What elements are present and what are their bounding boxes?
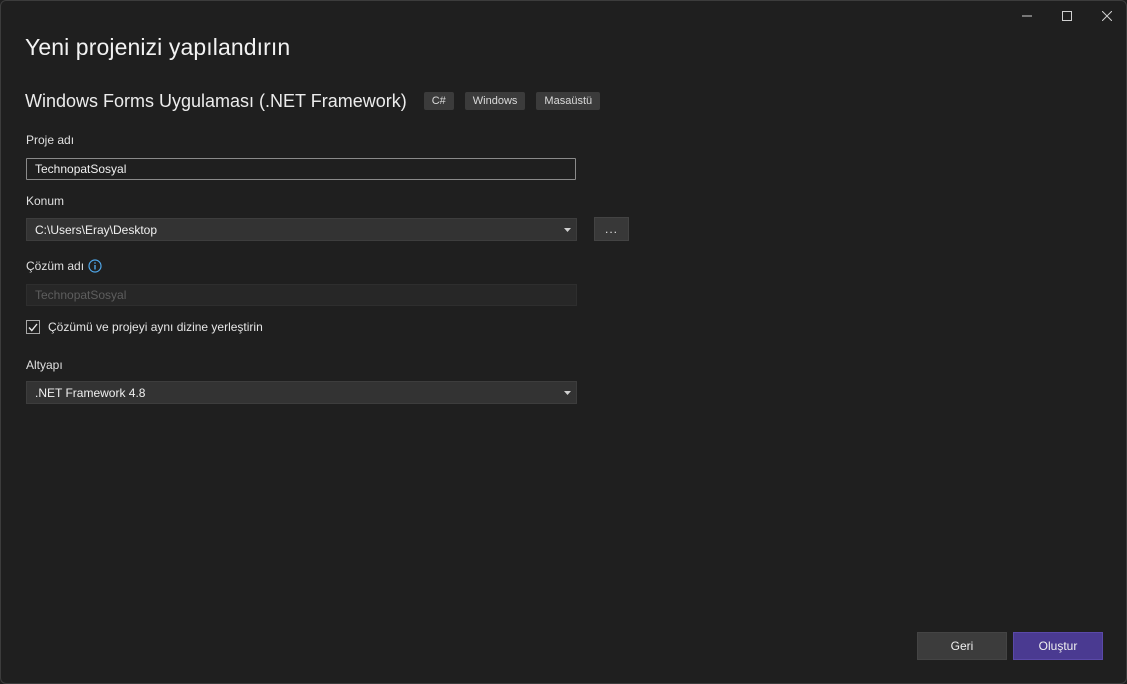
solution-name-label: Çözüm adı: [26, 259, 85, 273]
same-directory-label: Çözümü ve projeyi aynı dizine yerleştiri…: [48, 320, 263, 334]
info-icon[interactable]: [88, 259, 102, 273]
tag-language: C#: [423, 92, 454, 110]
framework-combobox[interactable]: .NET Framework 4.8: [26, 381, 577, 404]
project-name-input[interactable]: [26, 158, 576, 180]
page-title: Yeni projenizi yapılandırın: [25, 34, 291, 60]
project-name-label: Proje adı: [26, 133, 75, 147]
tag-project-type: Masaüstü: [536, 92, 601, 110]
framework-value: .NET Framework 4.8: [35, 385, 146, 400]
chevron-down-icon[interactable]: [560, 219, 574, 240]
location-value: C:\Users\Eray\Desktop: [35, 222, 158, 237]
location-label: Konum: [26, 194, 65, 208]
same-directory-option[interactable]: Çözümü ve projeyi aynı dizine yerleştiri…: [26, 319, 263, 335]
back-button[interactable]: Geri: [917, 632, 1007, 660]
check-icon: [28, 323, 38, 332]
maximize-button[interactable]: [1045, 1, 1089, 31]
same-directory-checkbox[interactable]: [26, 320, 40, 334]
minimize-icon: [1022, 15, 1032, 17]
framework-label: Altyapı: [26, 358, 63, 372]
close-icon: [1102, 11, 1112, 21]
browse-button[interactable]: ...: [594, 217, 629, 241]
maximize-icon: [1062, 11, 1072, 21]
template-info: Windows Forms Uygulaması (.NET Framework…: [25, 89, 611, 113]
minimize-button[interactable]: [1005, 1, 1049, 31]
tag-platform: Windows: [464, 92, 526, 110]
chevron-down-icon[interactable]: [560, 382, 574, 403]
configure-project-dialog: Yeni projenizi yapılandırın Windows Form…: [0, 0, 1127, 684]
create-button[interactable]: Oluştur: [1013, 632, 1103, 660]
location-combobox[interactable]: C:\Users\Eray\Desktop: [26, 218, 577, 241]
close-button[interactable]: [1085, 1, 1126, 31]
template-name: Windows Forms Uygulaması (.NET Framework…: [25, 90, 407, 111]
solution-name-input: TechnopatSosyal: [26, 284, 577, 306]
